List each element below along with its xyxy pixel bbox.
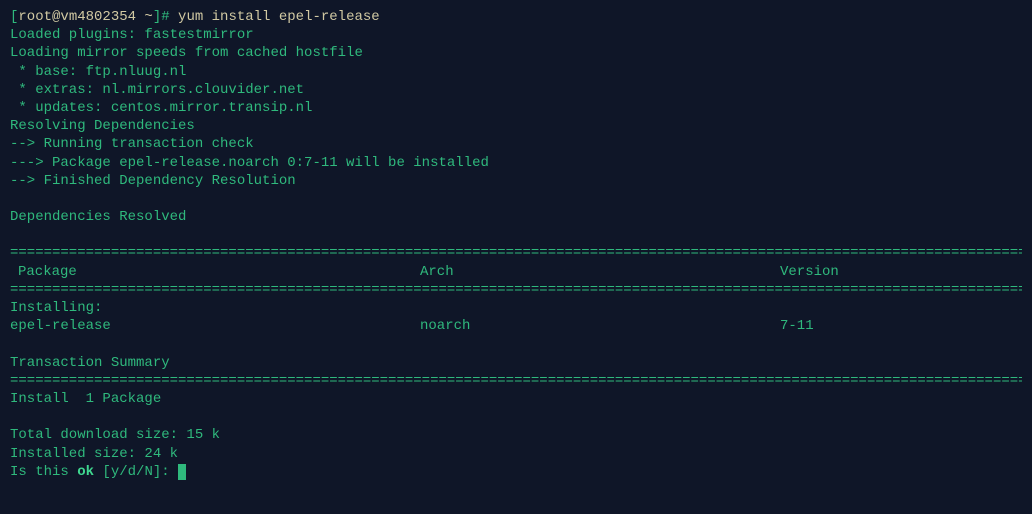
prompt-line: [root@vm4802354 ~]# yum install epel-rel… bbox=[10, 8, 1022, 26]
horizontal-rule: ========================================… bbox=[10, 372, 1022, 390]
horizontal-rule: ========================================… bbox=[10, 281, 1022, 299]
cursor-icon bbox=[178, 464, 186, 480]
output-mirror-extras: * extras: nl.mirrors.clouvider.net bbox=[10, 81, 1022, 99]
confirm-ok: ok bbox=[77, 464, 94, 480]
output-mirror-base: * base: ftp.nluug.nl bbox=[10, 63, 1022, 81]
table-row: epel-release noarch 7-11 bbox=[10, 317, 1022, 335]
summary-title: Transaction Summary bbox=[10, 354, 1022, 372]
blank-line bbox=[10, 226, 1022, 244]
terminal-output: [root@vm4802354 ~]# yum install epel-rel… bbox=[10, 8, 1022, 481]
output-deps-resolved: Dependencies Resolved bbox=[10, 208, 1022, 226]
confirm-suffix: [y/d/N]: bbox=[94, 464, 178, 480]
table-cell-arch: noarch bbox=[420, 317, 780, 335]
table-header: Package Arch Version bbox=[10, 263, 1022, 281]
installing-label: Installing: bbox=[10, 299, 1022, 317]
confirm-prefix: Is this bbox=[10, 464, 77, 480]
output-package-line: ---> Package epel-release.noarch 0:7-11 … bbox=[10, 154, 1022, 172]
table-header-arch: Arch bbox=[420, 263, 780, 281]
output-running-check: --> Running transaction check bbox=[10, 135, 1022, 153]
table-cell-version: 7-11 bbox=[780, 317, 1022, 335]
blank-line bbox=[10, 408, 1022, 426]
summary-install: Install 1 Package bbox=[10, 390, 1022, 408]
table-cell-package: epel-release bbox=[10, 317, 420, 335]
command-text: yum install epel-release bbox=[178, 9, 380, 25]
table-header-package: Package bbox=[10, 263, 420, 281]
table-header-version: Version bbox=[780, 263, 1022, 281]
prompt-close: ]# bbox=[153, 9, 170, 25]
output-finished: --> Finished Dependency Resolution bbox=[10, 172, 1022, 190]
summary-installed-size: Installed size: 24 k bbox=[10, 445, 1022, 463]
blank-line bbox=[10, 335, 1022, 353]
confirm-prompt[interactable]: Is this ok [y/d/N]: bbox=[10, 463, 1022, 481]
blank-line bbox=[10, 190, 1022, 208]
prompt-user-host: root@vm4802354 ~ bbox=[18, 9, 152, 25]
horizontal-rule: ========================================… bbox=[10, 244, 1022, 262]
output-mirror-updates: * updates: centos.mirror.transip.nl bbox=[10, 99, 1022, 117]
summary-download-size: Total download size: 15 k bbox=[10, 426, 1022, 444]
output-plugins: Loaded plugins: fastestmirror bbox=[10, 26, 1022, 44]
output-resolving: Resolving Dependencies bbox=[10, 117, 1022, 135]
output-loading: Loading mirror speeds from cached hostfi… bbox=[10, 44, 1022, 62]
